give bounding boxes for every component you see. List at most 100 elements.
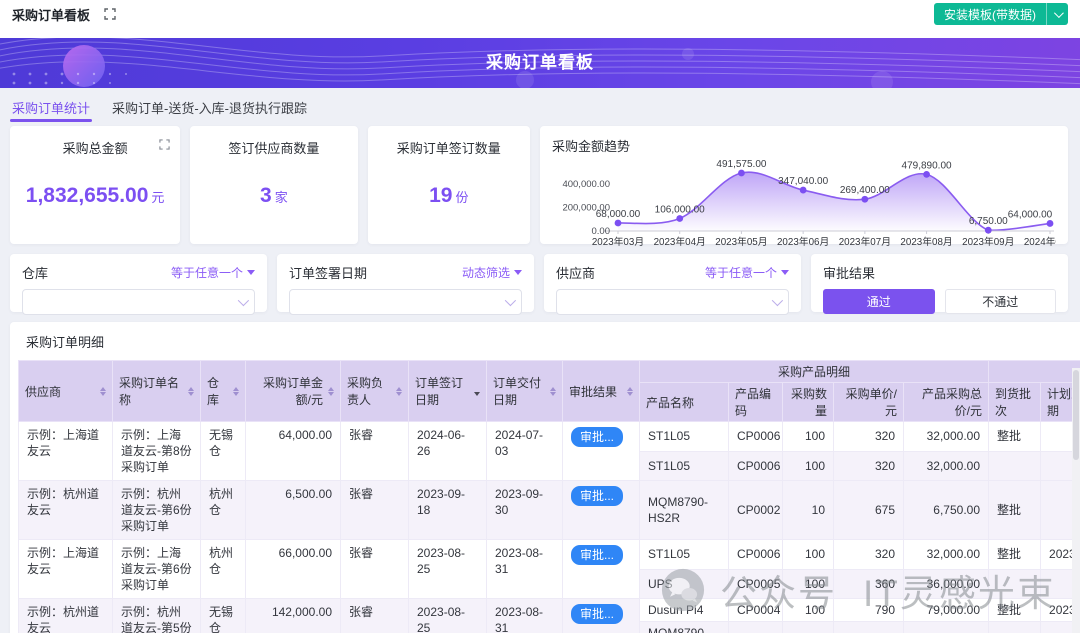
order-cell: 无锡仓 [201, 422, 246, 481]
operator-caret-icon [514, 270, 522, 275]
svg-text:2023年07月: 2023年07月 [839, 235, 891, 248]
col-header-8[interactable]: 审批结果 [563, 361, 640, 422]
svg-text:2023年06月: 2023年06月 [777, 235, 829, 248]
tab-2[interactable]: 采购订单-送货-入库-退货执行跟踪 [112, 98, 307, 122]
filter-label: 订单签署日期 [289, 263, 367, 282]
trend-chart-card: 采购金额趋势0.00200,000.00400,000.0068,000.002… [540, 126, 1068, 244]
filter-operator-dropdown[interactable]: 等于任意一个 [705, 264, 789, 281]
sort-icon[interactable] [474, 387, 480, 396]
approval-status-button[interactable]: 审批... [571, 604, 623, 624]
filter-select[interactable] [289, 289, 522, 315]
stat-label: 采购订单签订数量 [368, 138, 530, 157]
filter-operator-dropdown[interactable]: 等于任意一个 [171, 264, 255, 281]
approval-option-2[interactable]: 不通过 [945, 289, 1057, 314]
order-detail-card: 采购订单明细 供应商采购订单名称仓库采购订单金额/元采购负责人订单签订日期订单交… [10, 322, 1080, 633]
product-cell: 360 [834, 569, 904, 599]
filter-select[interactable] [556, 289, 789, 315]
filter-select[interactable] [22, 289, 255, 315]
order-cell: 2023-09-30 [487, 481, 563, 540]
sort-icon[interactable] [188, 387, 194, 396]
filter-operator-dropdown[interactable]: 动态筛选 [462, 264, 522, 281]
banner-title: 采购订单看板 [0, 38, 1080, 88]
stat-label: 采购总金额 [10, 138, 180, 157]
table-title: 采购订单明细 [26, 332, 1080, 351]
card-expand-icon[interactable] [159, 137, 170, 155]
order-cell: 2023-09-18 [409, 481, 487, 540]
col-header-4[interactable]: 采购订单金额/元 [246, 361, 341, 422]
sort-icon[interactable] [100, 387, 106, 396]
approval-option-1[interactable]: 通过 [823, 289, 935, 314]
product-cell: CP0005 [729, 569, 783, 599]
order-cell: 2023-08-31 [487, 599, 563, 633]
install-template-label[interactable]: 安装模板(带数据) [934, 3, 1046, 25]
order-cell: 张睿 [341, 422, 409, 481]
order-cell: 示例：杭州道友云 [19, 599, 113, 633]
col-header-6[interactable]: 订单签订日期 [409, 361, 487, 422]
sort-icon[interactable] [233, 387, 239, 396]
product-cell: CP0004 [729, 599, 783, 622]
sort-icon[interactable] [328, 387, 334, 396]
approval-cell: 审批... [563, 481, 640, 540]
order-cell: 示例：上海道友云 [19, 540, 113, 599]
product-col-header-3[interactable]: 采购数量 [783, 383, 834, 422]
approval-status-button[interactable]: 审批... [571, 427, 623, 447]
product-cell: 100 [783, 599, 834, 622]
product-cell: 100 [783, 451, 834, 481]
filter-label: 仓库 [22, 263, 48, 282]
product-col-header-1[interactable]: 产品名称 [640, 383, 729, 422]
product-cell: 320 [834, 422, 904, 452]
product-cell: CP0002 [729, 622, 783, 633]
col-header-1[interactable]: 供应商 [19, 361, 113, 422]
fullscreen-icon[interactable] [104, 8, 116, 20]
product-col-header-6[interactable]: 到货批次 [989, 383, 1041, 422]
product-col-header-4[interactable]: 采购单价/元 [834, 383, 904, 422]
tab-bar: 采购订单统计采购订单-送货-入库-退货执行跟踪 [0, 88, 1080, 122]
install-dropdown-chevron-icon[interactable] [1046, 3, 1068, 25]
table-scrollbar[interactable] [1072, 368, 1080, 633]
product-cell: CP0006 [729, 422, 783, 452]
svg-text:269,400.00: 269,400.00 [840, 185, 890, 196]
sort-icon[interactable] [627, 387, 633, 396]
product-cell: 36,000.00 [904, 569, 989, 599]
product-cell: 32,000.00 [904, 422, 989, 452]
order-cell: 2023-08-25 [409, 540, 487, 599]
col-header-2[interactable]: 采购订单名称 [113, 361, 201, 422]
svg-text:64,000.00: 64,000.00 [1008, 209, 1053, 220]
chart-title: 采购金额趋势 [552, 136, 1056, 155]
svg-text:68,000.00: 68,000.00 [596, 209, 641, 220]
approval-status-button[interactable]: 审批... [571, 545, 623, 565]
order-cell: 张睿 [341, 540, 409, 599]
stat-value: 3家 [190, 184, 357, 208]
col-header-5[interactable]: 采购负责人 [341, 361, 409, 422]
product-cell: 675 [834, 481, 904, 540]
sort-icon[interactable] [396, 387, 402, 396]
svg-text:2023年08月: 2023年08月 [900, 235, 952, 248]
product-cell [989, 451, 1041, 481]
approval-cell: 审批... [563, 422, 640, 481]
install-template-button[interactable]: 安装模板(带数据) [934, 3, 1068, 25]
approval-buttons: 通过不通过 [823, 289, 1056, 314]
stat-value: 1,832,655.00元 [10, 184, 180, 208]
order-cell: 无锡仓 [201, 599, 246, 633]
order-cell: 示例：杭州道友云-第5份采购订单 [113, 599, 201, 633]
stat-unit: 元 [151, 190, 164, 205]
table-row: 示例：杭州道友云示例：杭州道友云-第5份采购订单无锡仓142,000.00张睿2… [19, 599, 1080, 622]
order-cell: 示例：上海道友云-第8份采购订单 [113, 422, 201, 481]
filters-row: 仓库等于任意一个订单签署日期动态筛选供应商等于任意一个审批结果通过不通过 [0, 244, 1080, 312]
filter-label: 审批结果 [823, 263, 875, 282]
product-col-header-2[interactable]: 产品编码 [729, 383, 783, 422]
col-header-3[interactable]: 仓库 [201, 361, 246, 422]
svg-text:2023年04月: 2023年04月 [654, 235, 706, 248]
order-cell: 杭州仓 [201, 540, 246, 599]
col-header-7[interactable]: 订单交付日期 [487, 361, 563, 422]
svg-text:2023年05月: 2023年05月 [715, 235, 767, 248]
stat-unit: 家 [275, 190, 288, 205]
product-cell: 整批 [989, 422, 1041, 452]
svg-text:0.00: 0.00 [592, 226, 611, 237]
product-col-header-5[interactable]: 产品采购总价/元 [904, 383, 989, 422]
approval-status-button[interactable]: 审批... [571, 486, 623, 506]
sort-icon[interactable] [550, 387, 556, 396]
tab-1[interactable]: 采购订单统计 [12, 98, 90, 122]
product-cell: 32,000.00 [904, 451, 989, 481]
filter-4: 审批结果通过不通过 [811, 254, 1068, 312]
